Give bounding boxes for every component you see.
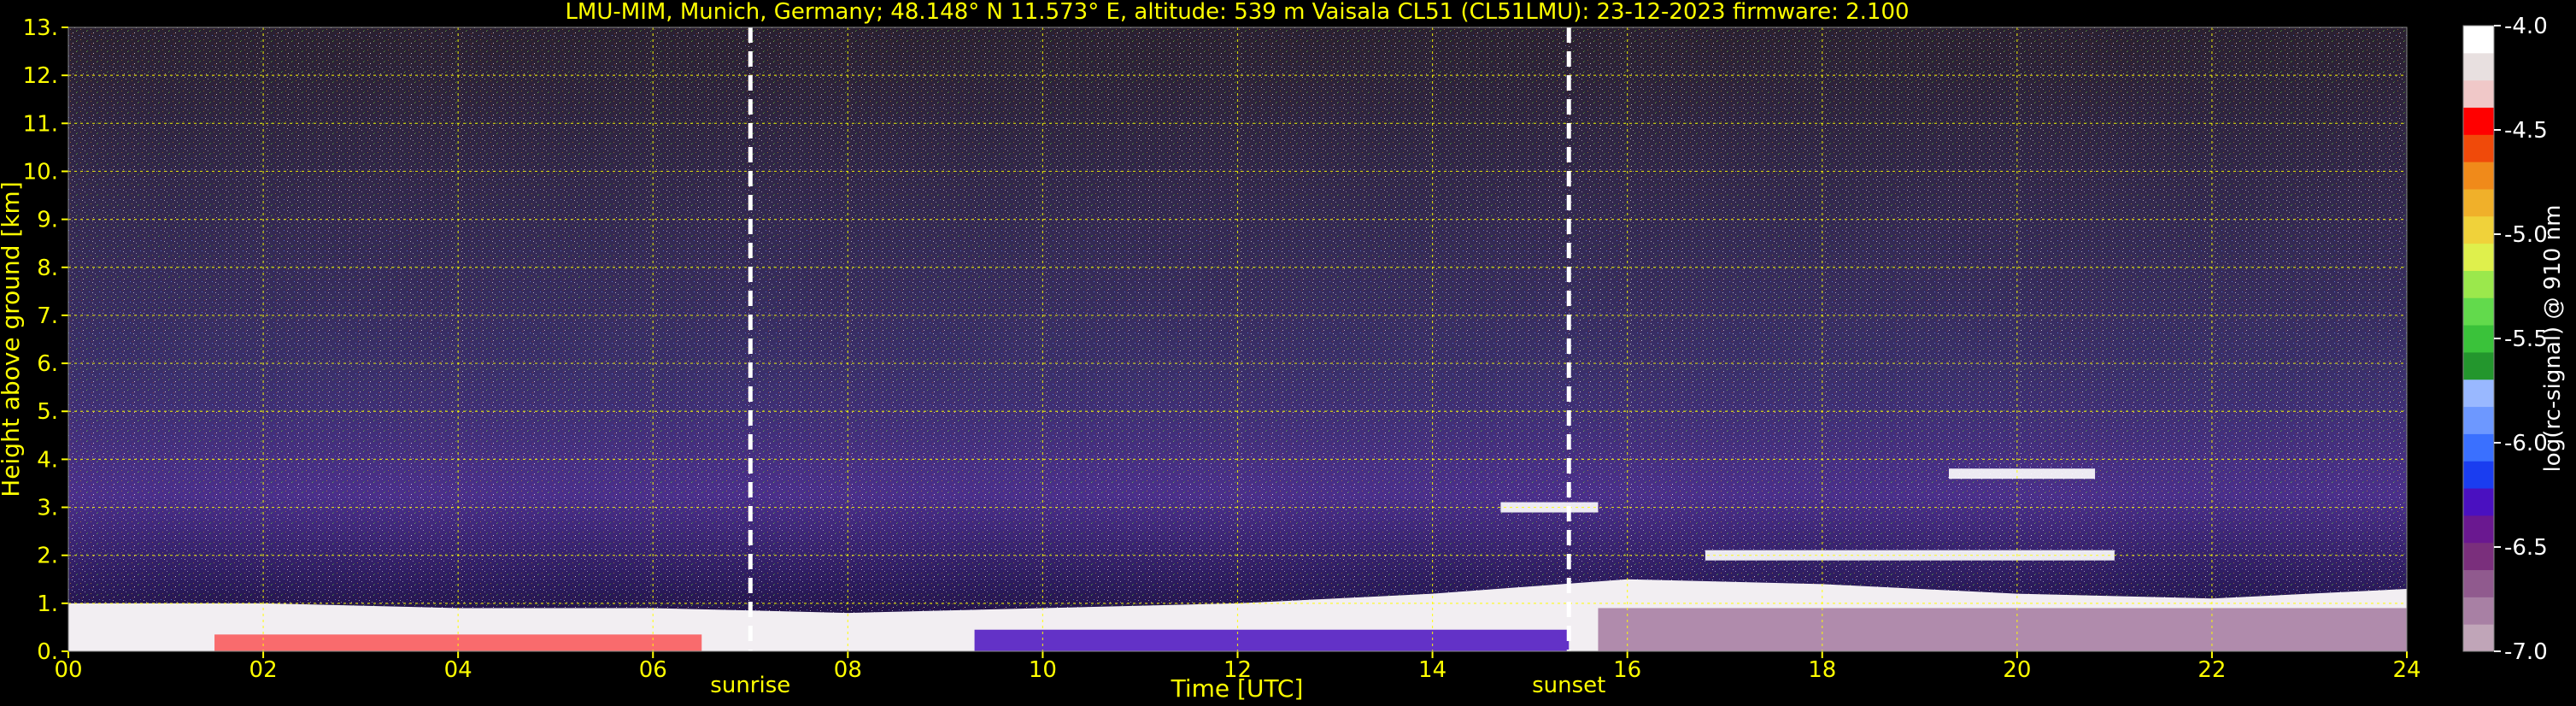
x-tick-label: 14 xyxy=(1418,657,1446,683)
colorbar-segment xyxy=(2463,542,2494,571)
colorbar-segment xyxy=(2463,26,2494,54)
colorbar: -4.0-4.5-5.0-5.5-6.0-6.5-7.0log(rc-signa… xyxy=(2462,14,2566,665)
x-tick-label: 10 xyxy=(1029,657,1057,683)
y-tick-label: 4. xyxy=(37,447,58,473)
layer-band-morning xyxy=(214,634,702,651)
colorbar-segment xyxy=(2463,351,2494,380)
colorbar-segment xyxy=(2463,188,2494,217)
x-tick-label: 02 xyxy=(249,657,278,683)
colorbar-tick-label: -7.0 xyxy=(2504,639,2548,665)
y-tick-label: 7. xyxy=(37,303,58,329)
colorbar-segment xyxy=(2463,597,2494,625)
y-axis-label: Height above ground [km] xyxy=(0,181,25,497)
colorbar-segment xyxy=(2463,515,2494,544)
x-tick-label: 18 xyxy=(1808,657,1836,683)
colorbar-segment xyxy=(2463,134,2494,162)
y-tick-label: 5. xyxy=(37,399,58,425)
annotation-label-1: sunset xyxy=(1532,673,1605,698)
x-tick-label: 06 xyxy=(639,657,667,683)
y-tick-label: 10. xyxy=(23,159,58,185)
x-tick-label: 04 xyxy=(444,657,472,683)
colorbar-segment xyxy=(2463,107,2494,135)
colorbar-tick-label: -4.5 xyxy=(2504,118,2548,144)
y-tick-label: 9. xyxy=(37,208,58,233)
x-tick-label: 00 xyxy=(54,657,82,683)
colorbar-segment xyxy=(2463,52,2494,81)
colorbar-segment xyxy=(2463,379,2494,408)
x-tick-label: 16 xyxy=(1613,657,1641,683)
layer-band-core xyxy=(974,629,1570,651)
colorbar-segment xyxy=(2463,406,2494,434)
colorbar-tick-label: -4.0 xyxy=(2504,14,2548,39)
x-tick-label: 08 xyxy=(834,657,862,683)
colorbar-segment xyxy=(2463,270,2494,298)
y-tick-label: 13. xyxy=(23,15,58,41)
colorbar-segment xyxy=(2463,243,2494,271)
colorbar-segment xyxy=(2463,297,2494,326)
x-axis-label: Time [UTC] xyxy=(1171,674,1304,703)
layer-cloud-3 xyxy=(1949,468,2096,479)
colorbar-segment xyxy=(2463,624,2494,652)
x-tick-label: 20 xyxy=(2003,657,2031,683)
x-tick-label: 22 xyxy=(2198,657,2226,683)
y-tick-labels: 0. 1. 2. 3. 4. 5. 6. 7. 8. 9. 10. 11. 12. 13. xyxy=(23,15,68,665)
y-tick-label: 0. xyxy=(37,639,58,665)
x-tick-label: 24 xyxy=(2392,657,2421,683)
colorbar-segment xyxy=(2463,461,2494,489)
y-tick-label: 11. xyxy=(23,111,58,137)
y-tick-label: 6. xyxy=(37,351,58,377)
colorbar-segment xyxy=(2463,79,2494,108)
ceilometer-chart: sunrise sunset 00 02 04 06 08 10 12 14 16 18 20 22 24… xyxy=(0,0,2566,703)
layer-cloud-2 xyxy=(1705,550,2115,561)
colorbar-label: log(rc-signal) @ 910 nm xyxy=(2540,205,2566,473)
y-tick-label: 1. xyxy=(37,591,58,617)
colorbar-segment xyxy=(2463,162,2494,190)
chart-title: LMU-MIM, Munich, Germany; 48.148° N 11.5… xyxy=(565,0,1909,25)
y-tick-label: 8. xyxy=(37,256,58,281)
annotation-label-0: sunrise xyxy=(710,673,790,698)
y-tick-label: 12. xyxy=(23,63,58,89)
colorbar-segment xyxy=(2463,325,2494,353)
colorbar-segment xyxy=(2463,215,2494,244)
colorbar-tick-label: -6.5 xyxy=(2504,535,2548,561)
colorbar-segment xyxy=(2463,488,2494,516)
layer-band-evening xyxy=(1598,608,2407,651)
y-tick-label: 2. xyxy=(37,544,58,569)
colorbar-segment xyxy=(2463,433,2494,462)
colorbar-segment xyxy=(2463,569,2494,597)
y-tick-label: 3. xyxy=(37,496,58,521)
